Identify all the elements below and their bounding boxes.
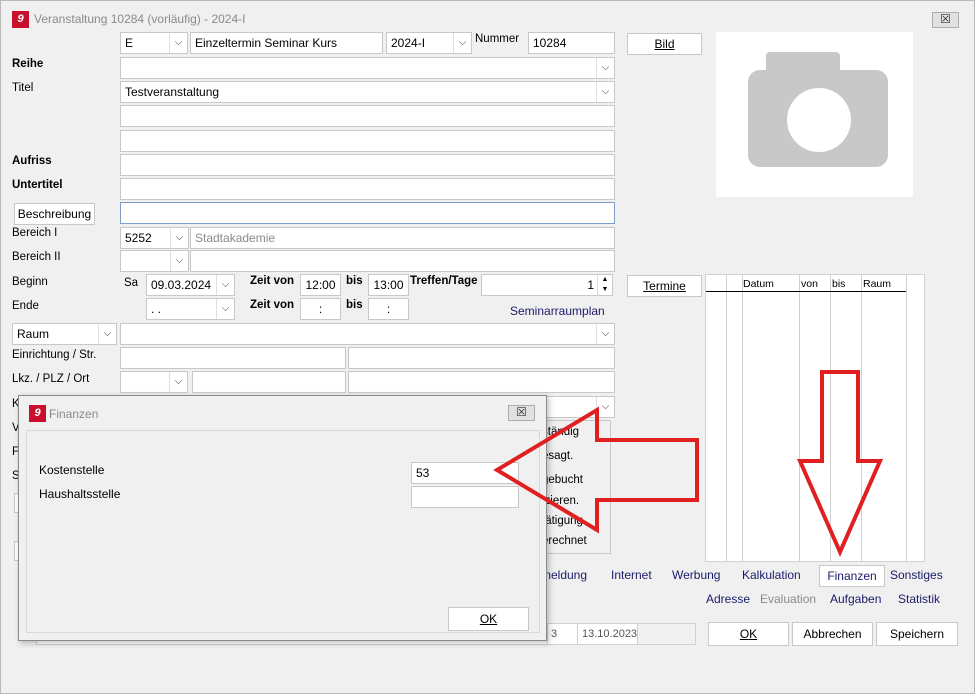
annotation-arrows (493, 370, 884, 557)
arrow-down-icon (796, 370, 884, 557)
arrow-left-icon (493, 406, 699, 534)
